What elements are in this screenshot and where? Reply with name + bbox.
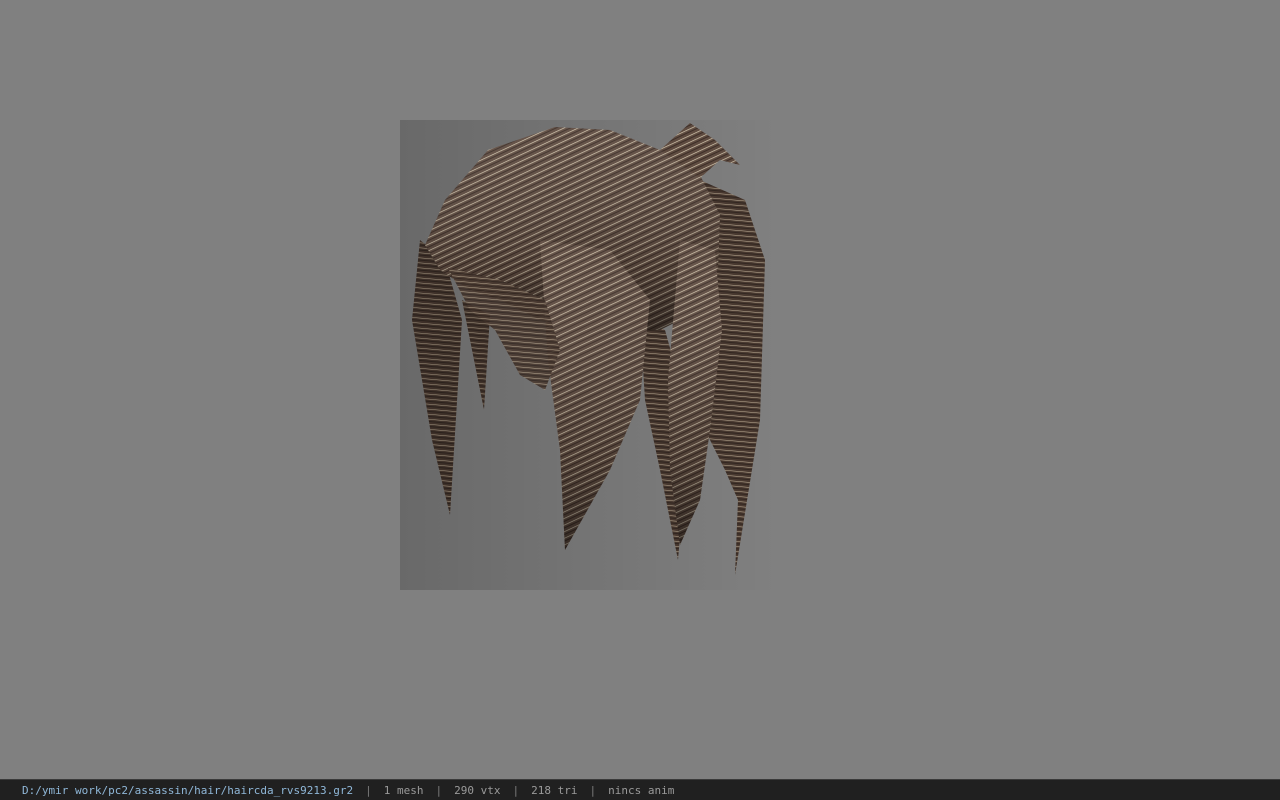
triangle-count-label: 218 tri [531,783,578,797]
file-path-label: D:/ymir work/pc2/assassin/hair/haircda_r… [22,783,354,797]
status-separator: | [435,783,443,797]
3d-viewport[interactable] [0,0,1280,779]
vertex-count-label: 290 vtx [454,783,501,797]
status-separator: | [512,783,520,797]
status-separator: | [365,783,372,797]
hair-mesh-icon [400,120,780,590]
status-bar: D:/ymir work/pc2/assassin/hair/haircda_r… [0,779,1280,800]
status-separator: | [589,783,597,797]
mesh-count-label: 1 mesh [383,783,424,797]
animation-status-label: nincs anim [608,783,675,797]
